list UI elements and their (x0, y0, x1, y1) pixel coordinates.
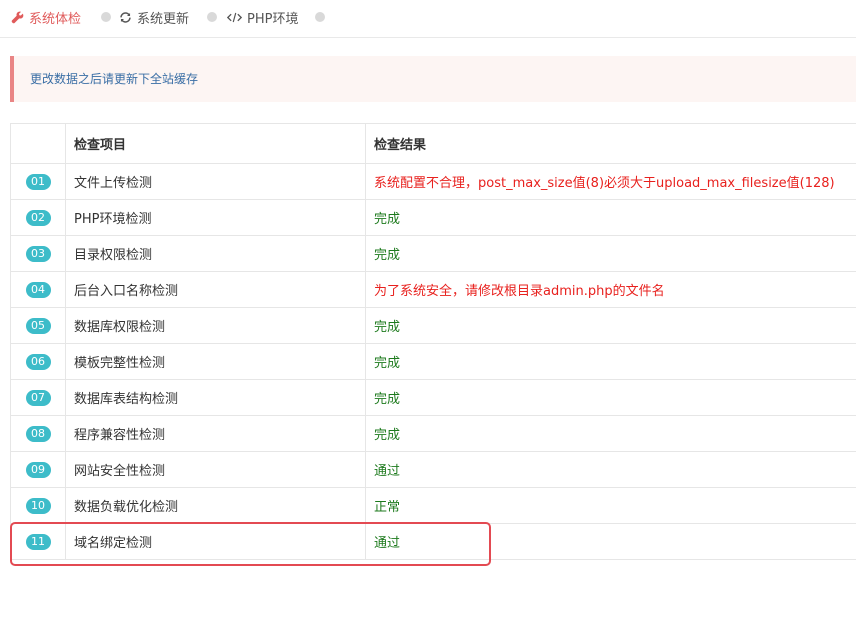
check-result-cell: 为了系统安全，请修改根目录admin.php的文件名 (365, 271, 856, 308)
column-header-num (10, 123, 66, 164)
row-number-cell: 05 (10, 307, 66, 344)
check-result-cell: 通过 (365, 451, 856, 488)
check-item-cell: 程序兼容性检测 (65, 415, 366, 452)
check-item-cell: 后台入口名称检测 (65, 271, 366, 308)
table-header-row: 检查项目 检查结果 (10, 123, 856, 164)
check-item-cell: 文件上传检测 (65, 163, 366, 200)
row-number-badge: 01 (25, 173, 51, 190)
table-row: 01 文件上传检测 系统配置不合理，post_max_size值(8)必须大于u… (10, 163, 856, 200)
check-item-cell: 数据负载优化检测 (65, 487, 366, 524)
check-result-cell: 系统配置不合理，post_max_size值(8)必须大于upload_max_… (365, 163, 856, 200)
row-number-cell: 08 (10, 415, 66, 452)
row-number-badge: 02 (25, 209, 51, 226)
table-body: 01 文件上传检测 系统配置不合理，post_max_size值(8)必须大于u… (10, 163, 856, 560)
check-result-cell: 完成 (365, 307, 856, 344)
tab-separator-dot (101, 12, 111, 22)
check-result-cell: 正常 (365, 487, 856, 524)
row-number-cell: 06 (10, 343, 66, 380)
tab-system-check[interactable]: 系统体检 (11, 7, 81, 27)
tab-system-update[interactable]: 系统更新 (119, 7, 189, 27)
row-number-cell: 04 (10, 271, 66, 308)
table-row: 04 后台入口名称检测 为了系统安全，请修改根目录admin.php的文件名 (10, 271, 856, 308)
table-row: 06 模板完整性检测 完成 (10, 343, 856, 380)
table-row: 10 数据负载优化检测 正常 (10, 487, 856, 524)
wrench-icon (11, 11, 24, 24)
row-number-cell: 10 (10, 487, 66, 524)
check-item-cell: 模板完整性检测 (65, 343, 366, 380)
row-number-cell: 11 (10, 523, 66, 560)
table-row: 05 数据库权限检测 完成 (10, 307, 856, 344)
check-result-cell: 通过 (365, 523, 856, 560)
check-item-cell: 目录权限检测 (65, 235, 366, 272)
table-row: 03 目录权限检测 完成 (10, 235, 856, 272)
row-number-cell: 07 (10, 379, 66, 416)
tab-label: 系统体检 (29, 11, 82, 27)
check-table: 检查项目 检查结果 01 文件上传检测 系统配置不合理，post_max_siz… (10, 123, 856, 560)
table-row: 02 PHP环境检测 完成 (10, 199, 856, 236)
tab-separator-dot (315, 12, 325, 22)
row-number-badge: 07 (25, 389, 51, 406)
code-icon (227, 11, 242, 24)
column-header-item: 检查项目 (65, 123, 366, 164)
check-result-cell: 完成 (365, 199, 856, 236)
row-number-badge: 06 (25, 353, 51, 370)
table-row: 07 数据库表结构检测 完成 (10, 379, 856, 416)
check-result-cell: 完成 (365, 379, 856, 416)
check-item-cell: 域名绑定检测 (65, 523, 366, 560)
table-row: 08 程序兼容性检测 完成 (10, 415, 856, 452)
row-number-badge: 08 (25, 425, 51, 442)
row-number-cell: 03 (10, 235, 66, 272)
check-item-cell: PHP环境检测 (65, 199, 366, 236)
check-result-cell: 完成 (365, 235, 856, 272)
check-result-cell: 完成 (365, 415, 856, 452)
row-number-badge: 05 (25, 317, 51, 334)
row-number-badge: 03 (25, 245, 51, 262)
row-number-badge: 10 (25, 497, 51, 514)
tab-separator-dot (207, 12, 217, 22)
row-number-cell: 09 (10, 451, 66, 488)
refresh-icon (119, 11, 132, 24)
table-row: 11 域名绑定检测 通过 (10, 523, 856, 560)
check-item-cell: 数据库表结构检测 (65, 379, 366, 416)
row-number-cell: 02 (10, 199, 66, 236)
row-number-badge: 11 (25, 533, 51, 550)
alert-text: 更改数据之后请更新下全站缓存 (30, 72, 199, 86)
table-row: 09 网站安全性检测 通过 (10, 451, 856, 488)
row-number-badge: 04 (25, 281, 51, 298)
tab-label: 系统更新 (137, 11, 190, 27)
column-header-result: 检查结果 (365, 123, 856, 164)
check-item-cell: 网站安全性检测 (65, 451, 366, 488)
tab-bar: 系统体检 系统更新 PHP环境 (0, 0, 856, 38)
check-result-cell: 完成 (365, 343, 856, 380)
check-table-container: 检查项目 检查结果 01 文件上传检测 系统配置不合理，post_max_siz… (10, 123, 856, 560)
row-number-cell: 01 (10, 163, 66, 200)
row-number-badge: 09 (25, 461, 51, 478)
tab-php-env[interactable]: PHP环境 (227, 7, 298, 27)
alert-notice: 更改数据之后请更新下全站缓存 (10, 56, 856, 102)
check-item-cell: 数据库权限检测 (65, 307, 366, 344)
tab-label: PHP环境 (247, 11, 299, 27)
